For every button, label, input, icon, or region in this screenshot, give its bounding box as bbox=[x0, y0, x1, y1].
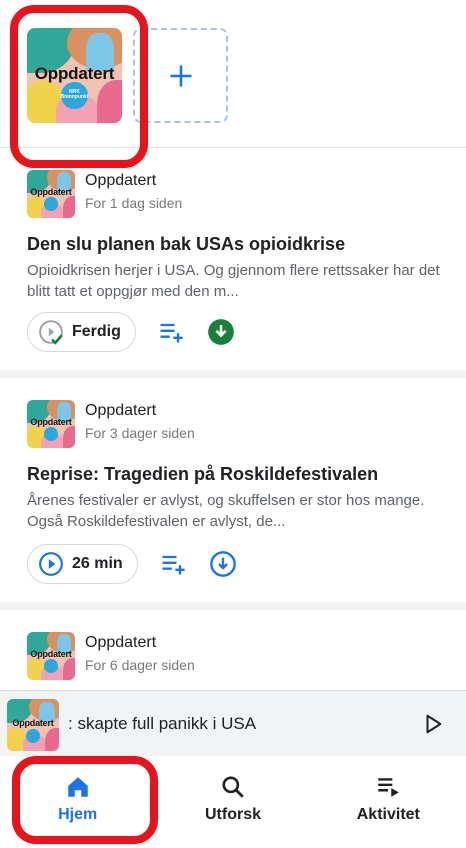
add-to-queue-button[interactable] bbox=[156, 317, 186, 347]
playlist-add-icon bbox=[162, 555, 185, 575]
episode-duration: 26 min bbox=[72, 555, 123, 572]
podcast-cover-art: Oppdatert NRK Brennpunkt bbox=[27, 28, 122, 123]
subscriptions-strip: Oppdatert NRK Brennpunkt bbox=[0, 0, 466, 148]
bottom-navigation: Hjem Utforsk Aktivitet bbox=[0, 756, 466, 848]
mini-player-thumbnail: Oppdatert bbox=[7, 699, 59, 751]
downloaded-button[interactable] bbox=[206, 317, 236, 347]
play-button[interactable]: 26 min bbox=[27, 544, 138, 584]
search-icon bbox=[222, 776, 244, 798]
queue-music-icon bbox=[378, 778, 400, 797]
episode-date: For 3 dager siden bbox=[85, 425, 195, 441]
download-button[interactable] bbox=[208, 549, 238, 579]
cover-badge: NRK Brennpunkt bbox=[60, 82, 89, 109]
nav-explore-label: Utforsk bbox=[204, 806, 261, 823]
play-status-label: Ferdig bbox=[72, 323, 121, 340]
podcast-thumbnail: Oppdatert bbox=[27, 170, 75, 218]
nav-explore[interactable]: Utforsk bbox=[155, 756, 310, 848]
add-subscription-button[interactable] bbox=[133, 28, 228, 123]
nav-activity[interactable]: Aktivitet bbox=[311, 756, 466, 848]
mini-player[interactable]: Oppdatert : skapte full panikk i USA bbox=[0, 690, 466, 756]
nav-home[interactable]: Hjem bbox=[0, 756, 155, 848]
episode-card[interactable]: Oppdatert Oppdatert For 3 dager siden Re… bbox=[0, 378, 466, 610]
podcast-thumbnail: Oppdatert bbox=[27, 632, 75, 680]
play-circle-icon bbox=[39, 552, 63, 576]
episode-header: Oppdatert Oppdatert For 3 dager siden bbox=[27, 400, 195, 448]
podcast-name: Oppdatert bbox=[85, 402, 157, 419]
episode-actions: Ferdig bbox=[27, 312, 236, 352]
episode-card[interactable]: Oppdatert Oppdatert For 6 dager siden bbox=[0, 610, 466, 690]
check-circle-icon bbox=[39, 320, 63, 345]
episode-title[interactable]: Reprise: Tragedien på Roskildefestivalen bbox=[27, 464, 378, 485]
episode-header: Oppdatert Oppdatert For 1 dag siden bbox=[27, 170, 182, 218]
podcast-name: Oppdatert bbox=[85, 634, 157, 651]
playlist-add-icon bbox=[160, 323, 183, 343]
download-icon bbox=[209, 551, 236, 577]
episode-actions: 26 min bbox=[27, 544, 238, 584]
cover-title: Oppdatert bbox=[34, 64, 115, 84]
download-done-icon bbox=[208, 319, 234, 345]
mini-player-title: : skapte full panikk i USA bbox=[68, 714, 257, 733]
add-to-queue-button[interactable] bbox=[158, 549, 188, 579]
play-status-button[interactable]: Ferdig bbox=[27, 312, 136, 352]
subscription-tile-oppdatert[interactable]: Oppdatert NRK Brennpunkt bbox=[27, 28, 122, 123]
podcast-thumbnail: Oppdatert bbox=[27, 400, 75, 448]
podcast-name: Oppdatert bbox=[85, 172, 157, 189]
episode-description: Årenes festivaler er avlyst, og skuffels… bbox=[27, 492, 425, 530]
plus-icon bbox=[170, 65, 191, 86]
play-icon[interactable] bbox=[422, 713, 444, 735]
episode-header: Oppdatert Oppdatert For 6 dager siden bbox=[27, 632, 195, 680]
nav-home-label: Hjem bbox=[58, 806, 98, 823]
episode-date: For 6 dager siden bbox=[85, 657, 195, 673]
nav-activity-label: Aktivitet bbox=[356, 806, 420, 823]
episode-card[interactable]: Oppdatert Oppdatert For 1 dag siden Den … bbox=[0, 148, 466, 378]
episode-date: For 1 dag siden bbox=[85, 195, 183, 211]
episode-description: Opioidkrisen herjer i USA. Og gjennom fl… bbox=[27, 262, 440, 300]
episode-title[interactable]: Den slu planen bak USAs opioidkrise bbox=[27, 234, 345, 255]
home-icon bbox=[67, 777, 88, 797]
